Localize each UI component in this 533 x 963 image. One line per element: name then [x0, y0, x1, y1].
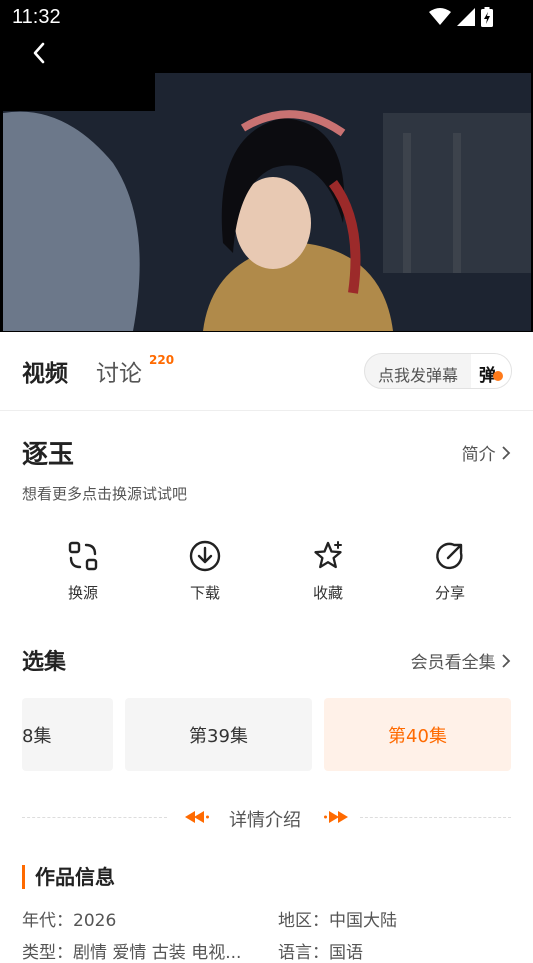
download-label: 下载: [189, 584, 220, 602]
chevron-right-icon: [502, 446, 511, 460]
divider-line: [360, 817, 511, 818]
episode-label: 第39集: [189, 725, 248, 747]
status-time: 11:32: [12, 6, 61, 28]
danmaku-placeholder[interactable]: 点我发弹幕: [378, 362, 458, 386]
wifi-icon: [429, 8, 451, 25]
divider-line: [22, 817, 167, 818]
work-info-year: 年代：2026: [22, 911, 117, 931]
double-arrow-left-icon: [185, 811, 209, 823]
favorite-label: 收藏: [312, 584, 343, 602]
work-info-genre: 类型：剧情 爱情 古装 电视...: [22, 943, 242, 963]
detail-intro-label: 详情介绍: [229, 810, 301, 831]
back-arrow-icon[interactable]: [26, 38, 54, 68]
action-bar: 换源 下载 收藏 分享: [0, 540, 533, 620]
star-icon: [314, 541, 342, 569]
danmaku-status-dot: [493, 371, 503, 381]
video-scene-image: [3, 73, 531, 331]
work-info-language: 语言：国语: [278, 943, 363, 963]
status-icons: [429, 7, 493, 27]
signal-icon: [457, 8, 475, 26]
work-info-title: 作品信息: [22, 865, 115, 889]
intro-link-label: 简介: [461, 445, 496, 465]
episode-label: 8集: [22, 725, 52, 747]
detail-intro-toggle[interactable]: 详情介绍: [22, 804, 511, 831]
episode-label: 第40集: [388, 725, 447, 747]
intro-link[interactable]: 简介: [462, 440, 511, 465]
switch-source-button[interactable]: 换源: [43, 540, 123, 603]
discuss-count-badge: 220: [149, 353, 175, 367]
episode-item[interactable]: 第39集: [125, 698, 312, 771]
battery-icon: [481, 7, 493, 27]
danmaku-input-box[interactable]: 点我发弹幕 弹: [364, 353, 512, 389]
switch-source-label: 换源: [67, 584, 98, 602]
video-overlay-box: [3, 73, 155, 111]
download-icon: [189, 540, 221, 572]
chevron-right-icon: [502, 654, 511, 668]
episodes-title: 选集: [22, 650, 67, 675]
video-frame[interactable]: [3, 73, 531, 331]
episode-item[interactable]: 8集: [22, 698, 113, 771]
double-arrow-right-icon: [324, 811, 348, 823]
status-bar: 11:32: [0, 0, 533, 36]
work-info-region: 地区：中国大陆: [278, 911, 397, 931]
episode-item-active[interactable]: 第40集: [324, 698, 511, 771]
download-button[interactable]: 下载: [165, 540, 245, 603]
share-button[interactable]: 分享: [410, 540, 490, 603]
tab-video[interactable]: 视频: [22, 354, 68, 388]
share-icon: [436, 542, 463, 570]
video-player[interactable]: [0, 36, 533, 332]
danmaku-toggle-button[interactable]: 弹: [471, 354, 511, 388]
switch-source-hint: 想看更多点击换源试试吧: [22, 485, 188, 503]
vip-all-episodes-link[interactable]: 会员看全集: [411, 648, 511, 673]
vip-link-label: 会员看全集: [410, 653, 496, 673]
share-label: 分享: [434, 584, 465, 602]
tab-discuss[interactable]: 讨论: [96, 354, 142, 388]
tabs-bar: 视频 讨论 220 点我发弹幕 弹: [0, 332, 533, 411]
show-title: 逐玉: [22, 440, 75, 470]
favorite-button[interactable]: 收藏: [288, 540, 368, 603]
switch-source-icon: [68, 541, 98, 571]
